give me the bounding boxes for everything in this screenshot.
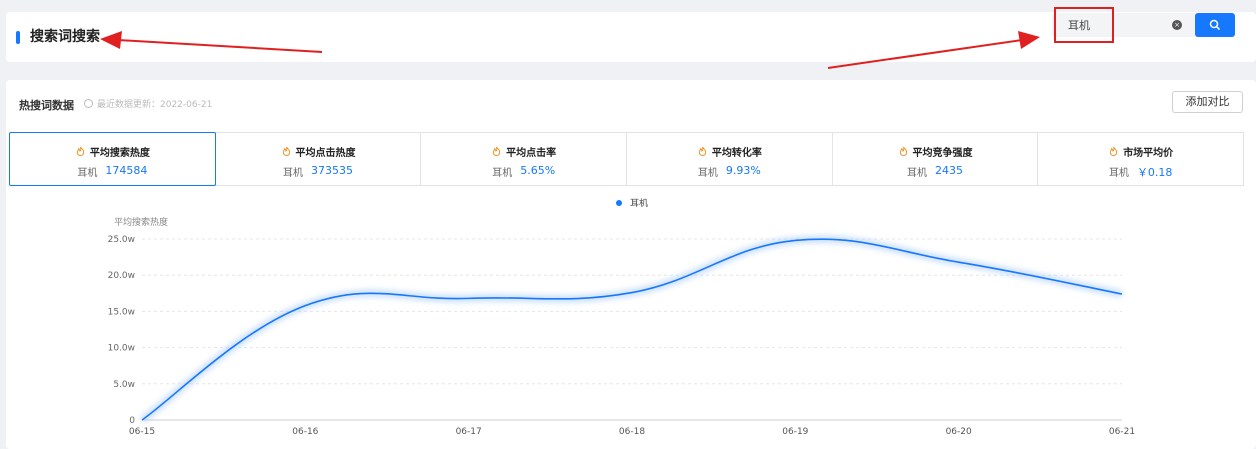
y-tick-label: 0: [129, 416, 135, 426]
x-tick-label: 06-19: [782, 427, 808, 437]
series-line-glow: [139, 235, 1123, 423]
y-tick-label: 5.0w: [113, 380, 135, 390]
metric-card-search-heat[interactable]: 平均搜索热度 耳机 174584: [9, 132, 216, 186]
y-tick-label: 25.0w: [108, 235, 135, 245]
x-tick-label: 06-15: [129, 427, 155, 437]
metric-keyword: 耳机: [77, 168, 98, 179]
search-heat-line-chart: 0 5.0w 10.0w 15.0w 20.0w 25.0w 06-15 06-16 06-1…: [108, 216, 1135, 437]
y-tick-label: 20.0w: [108, 271, 135, 281]
metric-value: 174584: [105, 164, 148, 177]
x-tick-label: 06-17: [456, 427, 482, 437]
x-tick-label: 06-16: [292, 427, 318, 437]
flame-icon: [76, 146, 84, 157]
y-tick-label: 15.0w: [108, 307, 135, 317]
x-tick-label: 06-20: [946, 427, 972, 437]
x-tick-label: 06-21: [1109, 427, 1135, 437]
x-tick-label: 06-18: [619, 427, 645, 437]
y-tick-label: 10.0w: [108, 344, 135, 354]
y-axis-label: 平均搜索热度: [114, 216, 168, 228]
metric-label: 平均搜索热度: [89, 148, 150, 159]
